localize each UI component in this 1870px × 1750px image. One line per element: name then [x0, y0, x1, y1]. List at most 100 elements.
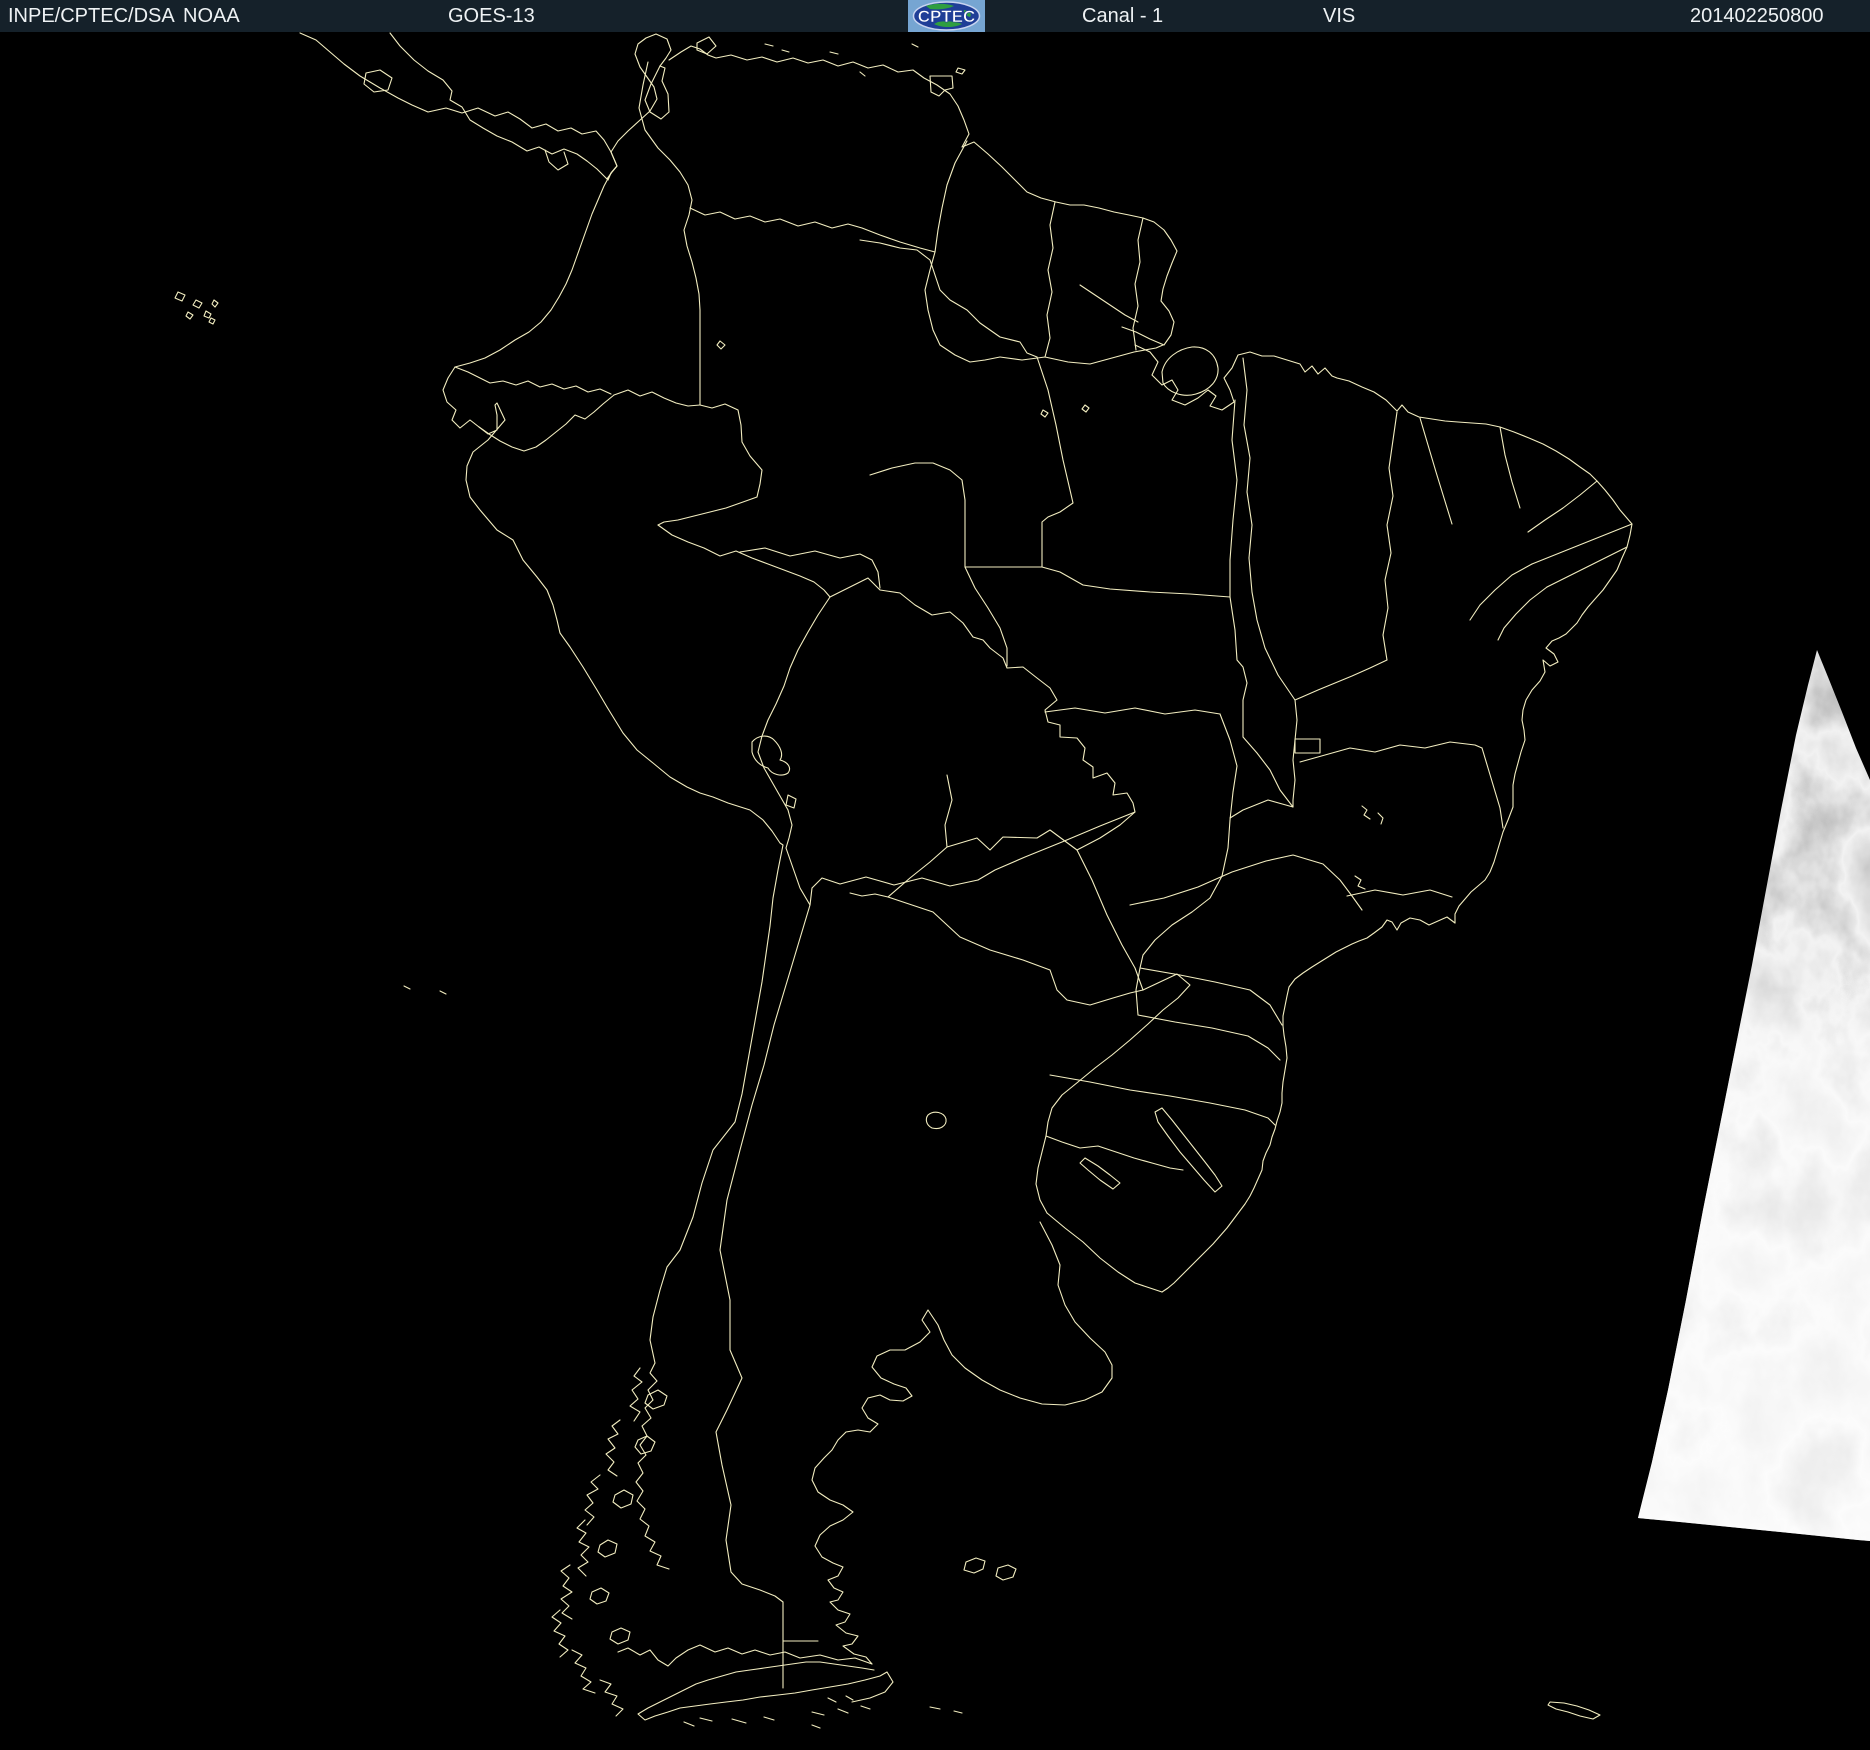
lake-mar-chiquita [925, 1111, 947, 1130]
coast-central-america-caribbean [299, 32, 618, 174]
falkland-east [995, 1564, 1017, 1581]
south-georgia [1547, 1701, 1601, 1720]
border-venezuela-guyana [934, 140, 968, 253]
border-bolivia-argentina [809, 876, 979, 906]
state-ceara-east [1499, 426, 1521, 509]
border-apa [946, 829, 1078, 851]
cloud-wedge [1638, 650, 1870, 1541]
lagoa-mirim [1079, 1157, 1121, 1190]
state-matogrosso-ms [1044, 707, 1221, 715]
state-minas-saopaulo [1129, 854, 1363, 911]
amazon-speck-3 [716, 340, 726, 350]
marajo-island [1161, 346, 1219, 396]
state-saopaulo-parana [1139, 967, 1283, 1026]
state-paraiba-pernambuco [1531, 523, 1633, 565]
fjord-squiggle-4 [576, 1519, 590, 1577]
state-tocantins-west [1229, 399, 1294, 808]
state-ms-sp-parana-river [1139, 819, 1231, 969]
fjord-squiggle-8 [599, 1679, 624, 1717]
satellite-image [0, 32, 1870, 1750]
border-chile-bolivia [785, 847, 811, 906]
san-felix-islands [403, 985, 447, 995]
state-bahia-minas [1299, 741, 1483, 763]
border-paraguay-brazil-river [1076, 811, 1136, 851]
border-colombia-venezuela [638, 61, 701, 406]
state-maranhao-piaui [1382, 411, 1398, 661]
border-peru-bolivia [757, 596, 831, 849]
falkland-west [963, 1557, 986, 1574]
border-ecuador-peru [478, 394, 615, 452]
coast-argentina-patagonia [811, 1221, 1113, 1665]
coast-venezuela-guianas [668, 45, 1178, 346]
border-pilcomayo [849, 892, 889, 898]
border-bolivia-brazil [829, 577, 1136, 813]
band-label: VIS [1323, 5, 1356, 27]
fjord-squiggle-2 [605, 1419, 621, 1477]
fjord-island-5 [589, 1587, 610, 1605]
border-panama-colombia [607, 151, 618, 181]
logo-text: CPTEC [918, 7, 976, 26]
fjord-squiggle-7 [571, 1649, 596, 1694]
border-colombia-brazil [657, 403, 763, 526]
state-minas-rio [1346, 889, 1453, 898]
border-colombia-peru [613, 389, 701, 407]
channel-label: Canal - 1 [1082, 5, 1164, 27]
border-suriname-guiana [1132, 217, 1144, 351]
fjord-squiggle-1 [629, 1367, 643, 1422]
border-brazil-north [999, 344, 1164, 365]
paraguana-peninsula [696, 36, 717, 55]
state-alagoas-sergipe-bahia [1497, 586, 1548, 641]
state-rondonia-matogrosso [964, 566, 1008, 667]
border-guyana-suriname [1044, 201, 1056, 358]
amazon-speck-1 [1040, 409, 1049, 418]
fjord-island-6 [609, 1627, 631, 1645]
fjord-island-3 [612, 1489, 634, 1509]
lagoa-dos-patos [1154, 1107, 1223, 1193]
state-amapa-para [1079, 284, 1139, 323]
galapagos-islands [174, 291, 219, 325]
cptec-logo: CPTEC [908, 0, 985, 32]
state-para-maranhao [1242, 357, 1253, 593]
border-argentina-paraguay [887, 896, 1144, 1006]
boundary-overlay [174, 32, 1633, 1729]
state-parana-santacatarina [1137, 1014, 1281, 1061]
header-bar: INPE/CPTEC/DSA NOAA GOES-13 CPTEC Canal … [0, 0, 1870, 32]
state-goias-minas [1229, 799, 1294, 819]
trinidad-island [929, 75, 954, 97]
agency-label: NOAA [183, 5, 240, 27]
state-pernambuco-bahia [1469, 563, 1533, 621]
state-rondonia-amazonas [869, 462, 966, 568]
rio-de-la-plata-north-shore [1046, 1212, 1163, 1293]
state-goias-ms [1219, 713, 1238, 821]
coast-magellan-mainland [617, 1644, 873, 1667]
wollaston-marks [827, 1695, 963, 1714]
minas-river-marks [1354, 805, 1384, 890]
border-colombia-ecuador [454, 366, 612, 395]
border-venezuela-brazil [689, 207, 936, 253]
coast-southeast-brazil [1161, 916, 1456, 1293]
border-chile-argentina [715, 904, 811, 1603]
state-santacatarina-rs [1049, 1074, 1276, 1126]
state-matogrosso-north [964, 566, 1231, 598]
distrito-federal [1294, 738, 1321, 754]
lake-titicaca [751, 735, 791, 776]
state-piaui-ceara [1419, 417, 1453, 525]
fjord-squiggle-5 [560, 1564, 573, 1620]
state-rn-paraiba [1527, 480, 1598, 533]
lake-poopo [785, 794, 797, 809]
fjord-squiggle-3 [584, 1474, 601, 1526]
cloud-wedge-highlight [1638, 650, 1870, 1541]
amazon-speck-2 [1081, 404, 1090, 413]
state-bahia-piaui [1294, 659, 1388, 701]
org-label: INPE/CPTEC/DSA [8, 5, 175, 27]
tobago-island [955, 67, 966, 75]
timestamp-label: 201402250800 [1690, 5, 1824, 27]
azuero-peninsula [544, 149, 569, 171]
coast-colombia-caribbean [610, 33, 672, 153]
border-peru-brazil [657, 524, 831, 598]
coast-pacific [442, 172, 784, 1364]
fjord-island-4 [597, 1539, 618, 1558]
coast-central-america-pacific [389, 32, 618, 180]
lake-maracaibo [644, 65, 670, 120]
fjord-squiggle-6 [551, 1609, 569, 1658]
